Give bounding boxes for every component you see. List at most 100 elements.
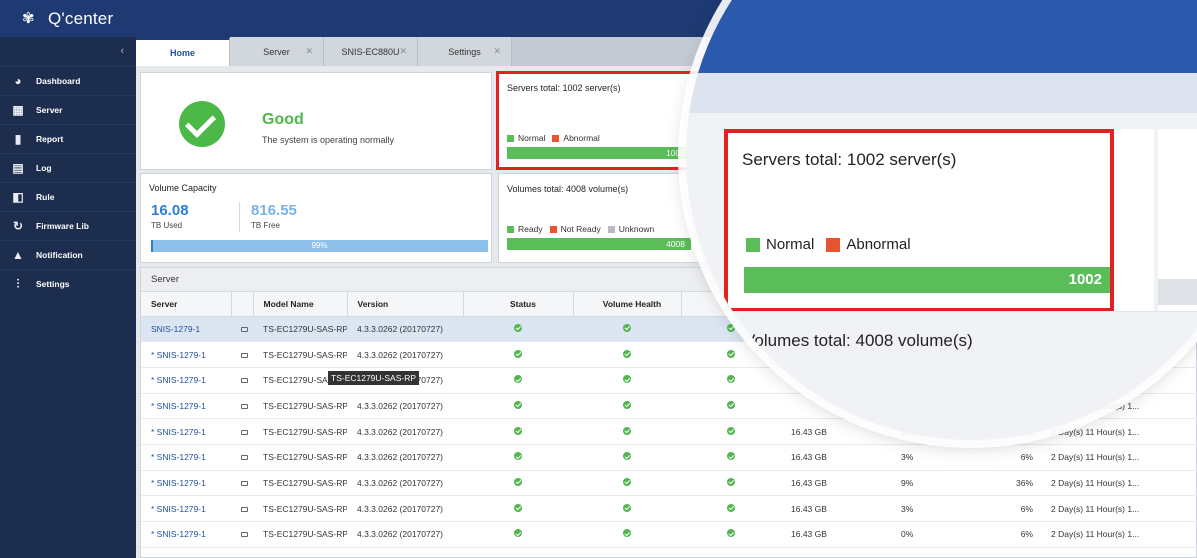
status-ok-icon [514, 452, 522, 461]
sidebar-item-rule[interactable]: ◧ Rule [0, 182, 136, 211]
sidebar: ‹ ◕ Dashboard ▦ Server ▮ Report ▤ Log ◧ Rule ↻ Firm… [0, 37, 136, 558]
device-icon[interactable] [241, 455, 248, 461]
sidebar-item-firmware-lib[interactable]: ↻ Firmware Lib [0, 211, 136, 240]
disk-ok-icon [727, 503, 735, 512]
magnifier-highlight-box [724, 129, 1114, 312]
magnifier-right-bar [1158, 279, 1197, 305]
sidebar-item-label: Rule [36, 192, 55, 202]
app-title: Q'center [48, 8, 114, 28]
dashboard-icon: ◕ [14, 74, 22, 88]
device-icon[interactable] [241, 326, 248, 332]
server-link[interactable]: * SNIS-1279-1 [151, 478, 206, 488]
model-cell: TS-EC1279U-SAS-RP [253, 393, 347, 420]
rule-icon: ◧ [12, 190, 24, 204]
disk-ok-icon [727, 529, 735, 538]
disk-ok-icon [727, 426, 735, 435]
device-icon[interactable] [241, 506, 248, 512]
magnifier-volumes-title: Volumes total: 4008 volume(s) [744, 331, 973, 350]
device-icon[interactable] [241, 532, 248, 538]
capacity-bar: 99% [151, 240, 488, 252]
disk-ok-icon [727, 452, 735, 461]
device-icon[interactable] [241, 403, 248, 409]
device-icon[interactable] [241, 352, 248, 358]
sidebar-item-label: Notification [36, 250, 83, 260]
status-ok-icon [514, 349, 522, 358]
tab-label: Settings [448, 46, 481, 57]
model-name-tooltip: TS-EC1279U-SAS-RP [328, 371, 420, 385]
col-header[interactable]: Status [463, 292, 574, 317]
volumes-total-title: Volumes total: 4008 volume(s) [507, 184, 629, 194]
legend-label: Not Ready [560, 224, 601, 234]
server-link[interactable]: * SNIS-1279-1 [151, 401, 206, 411]
version-cell: 4.3.3.0262 (20170727) [347, 495, 463, 522]
status-ok-icon [514, 323, 522, 332]
volume-health-ok-icon [623, 323, 631, 332]
table-row[interactable]: * SNIS-1279-1 TS-EC1279U-SAS-RP4.3.3.0262… [141, 521, 1197, 548]
model-cell: TS-EC1279U-SAS-RP [253, 495, 347, 522]
status-ok-icon [514, 477, 522, 486]
volume-health-ok-icon [623, 400, 631, 409]
server-link[interactable]: * SNIS-1279-1 [151, 350, 206, 360]
tab-snis-ec880u[interactable]: SNIS-EC880U ✕ [324, 37, 418, 66]
server-link[interactable]: * SNIS-1279-1 [151, 529, 206, 539]
tab-server[interactable]: Server ✕ [230, 37, 324, 66]
sidebar-item-report[interactable]: ▮ Report [0, 124, 136, 153]
legend-label: Unknown [618, 224, 655, 234]
model-cell: TS-EC1279U-SAS-RP [253, 521, 347, 548]
status-message: The system is operating normally [262, 135, 395, 145]
volume-health-ok-icon [623, 375, 631, 384]
close-icon[interactable]: ✕ [305, 46, 313, 57]
col-header[interactable]: Volume Health [573, 292, 682, 317]
sidebar-item-label: Log [36, 163, 52, 173]
memory-cell: 6% [971, 495, 1041, 522]
tab-label: Server [263, 46, 290, 57]
col-header[interactable]: Model Name [253, 292, 348, 317]
legend-swatch [507, 225, 514, 233]
sidebar-item-settings[interactable]: ⫶ Settings [0, 269, 136, 298]
table-row[interactable]: * SNIS-1279-1 TS-EC1279U-SAS-RP4.3.3.0262… [141, 444, 1197, 471]
tab-settings[interactable]: Settings ✕ [418, 37, 512, 66]
device-icon[interactable] [241, 429, 248, 435]
close-icon[interactable]: ✕ [493, 46, 501, 57]
status-title: Good [262, 111, 304, 128]
sidebar-item-log[interactable]: ▤ Log [0, 153, 136, 182]
volume-health-ok-icon [623, 529, 631, 538]
device-icon[interactable] [241, 480, 248, 486]
memory-cell: 6% [971, 521, 1041, 548]
sidebar-item-label: Dashboard [36, 76, 81, 86]
server-link[interactable]: SNIS-1279-1 [151, 324, 200, 334]
firmware-icon: ↻ [12, 219, 24, 233]
sidebar-item-label: Settings [36, 279, 70, 289]
tab-label: Home [169, 48, 195, 58]
status-ok-icon [514, 529, 522, 538]
server-link[interactable]: * SNIS-1279-1 [151, 375, 206, 385]
table-row[interactable]: * SNIS-1279-1 TS-EC1279U-SAS-RP4.3.3.0262… [141, 470, 1197, 497]
tab-home[interactable]: Home [136, 37, 230, 66]
device-icon[interactable] [241, 378, 248, 384]
volume-health-ok-icon [623, 477, 631, 486]
tb-used-value: 16.08 [151, 202, 189, 219]
server-link[interactable]: * SNIS-1279-1 [151, 452, 206, 462]
sidebar-item-notification[interactable]: ▲ Notification [0, 240, 136, 269]
volume-health-ok-icon [623, 503, 631, 512]
collapse-sidebar-button[interactable]: ‹ [0, 37, 136, 66]
sidebar-item-server[interactable]: ▦ Server [0, 95, 136, 124]
log-icon: ▤ [12, 161, 24, 175]
col-header[interactable]: Server [141, 292, 232, 317]
model-cell: TS-EC1279U-SAS-RP [253, 418, 347, 445]
settings-sliders-icon: ⫶ [16, 276, 20, 291]
sidebar-item-label: Firmware Lib [36, 221, 89, 231]
bell-icon: ▲ [12, 248, 24, 262]
server-link[interactable]: * SNIS-1279-1 [151, 504, 206, 514]
col-header[interactable]: Version [347, 292, 464, 317]
close-icon[interactable]: ✕ [399, 46, 407, 57]
sidebar-item-label: Server [36, 105, 63, 115]
col-header-icon[interactable] [231, 292, 254, 317]
tb-used-label: TB Used [151, 221, 183, 230]
server-link[interactable]: * SNIS-1279-1 [151, 427, 206, 437]
table-row[interactable]: * SNIS-1279-1 TS-EC1279U-SAS-RP4.3.3.0262… [141, 495, 1197, 522]
sidebar-item-dashboard[interactable]: ◕ Dashboard [0, 66, 136, 95]
sidebar-item-label: Report [36, 134, 64, 144]
version-cell: 4.3.3.0262 (20170727) [347, 521, 463, 548]
report-icon: ▮ [14, 132, 22, 146]
